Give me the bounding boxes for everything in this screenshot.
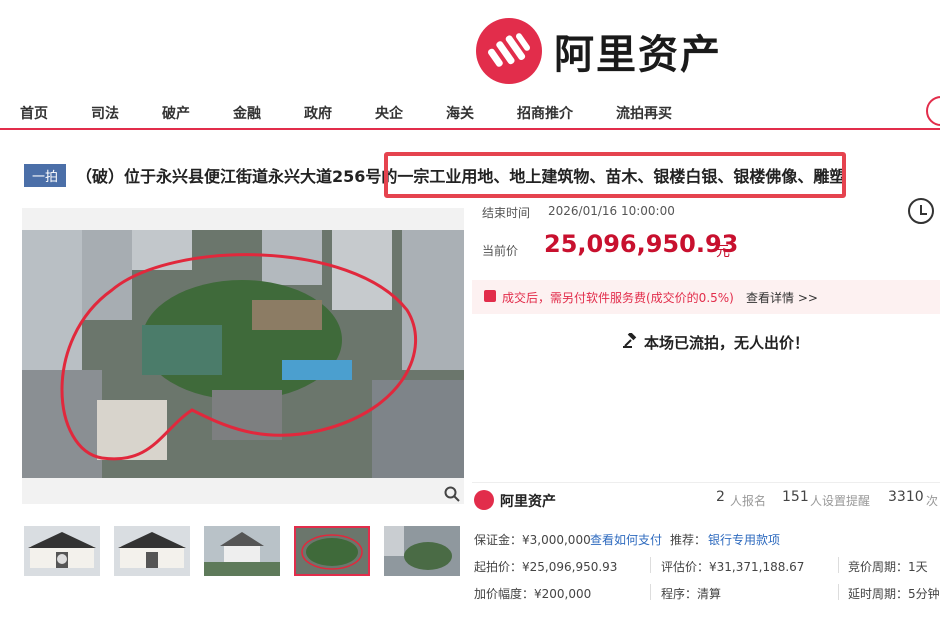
deposit-value: 保证金：¥3,000,000	[474, 533, 591, 547]
fee-details-link[interactable]: 查看详情 >>	[746, 289, 818, 306]
alarm-clock-icon[interactable]	[908, 198, 934, 224]
nav-item-home[interactable]: 首页	[20, 103, 48, 123]
view-label: 次	[926, 494, 939, 508]
auction-status: 本场已流拍，无人出价！	[622, 331, 810, 353]
nav-search-icon[interactable]	[926, 96, 940, 126]
reminder-label: 人设置提醒	[810, 494, 871, 508]
annotation-highlight-box	[384, 152, 846, 198]
brand-name: 阿里资产	[554, 32, 722, 78]
recommend-label: 推荐：	[670, 533, 707, 547]
nav-item-bankruptcy[interactable]: 破产	[162, 103, 190, 123]
nav-item-judicial[interactable]: 司法	[91, 103, 119, 123]
fee-notice-bar: 成交后，需另付软件服务费(成交价的0.5%) 查看详情 >>	[472, 280, 940, 314]
wallet-icon	[484, 290, 496, 302]
nav-item-investment[interactable]: 招商推介	[517, 103, 573, 123]
bid-cycle: 竞价周期：1天	[848, 560, 928, 574]
nav-item-finance[interactable]: 金融	[233, 103, 261, 123]
nav-item-soe[interactable]: 央企	[375, 103, 403, 123]
seller-name[interactable]: 阿里资产	[500, 491, 556, 511]
main-photo[interactable]	[22, 230, 464, 478]
divider	[650, 557, 651, 573]
current-price-label: 当前价	[482, 244, 519, 258]
divider	[838, 584, 839, 600]
fee-notice-text: 成交后，需另付软件服务费(成交价的0.5%)	[502, 291, 734, 305]
zoom-icon[interactable]	[444, 486, 460, 506]
thumbnail-1[interactable]	[24, 526, 100, 576]
gavel-icon	[622, 331, 638, 353]
thumbnail-4-selected[interactable]	[294, 526, 370, 576]
round-badge: 一拍	[24, 163, 67, 187]
view-count: 3310	[888, 489, 924, 505]
end-time-label: 结束时间	[482, 206, 531, 220]
signup-count: 2	[716, 489, 725, 505]
signup-label: 人报名	[730, 494, 767, 508]
delay-cycle: 延时周期：5分钟	[848, 587, 940, 601]
main-nav: 首页 司法 破产 金融 政府 央企 海关 招商推介 流拍再买	[0, 96, 940, 130]
end-time-value: 2026/01/16 10:00:00	[548, 204, 675, 218]
start-price: 起拍价：¥25,096,950.93	[474, 560, 618, 574]
thumbnail-2[interactable]	[114, 526, 190, 576]
divider	[838, 557, 839, 573]
seller-logo-icon	[474, 490, 494, 510]
thumbnail-5[interactable]	[384, 526, 460, 576]
procedure: 程序：清算	[661, 587, 722, 601]
nav-item-relist[interactable]: 流拍再买	[616, 103, 672, 123]
divider	[650, 584, 651, 600]
thumbnail-3[interactable]	[204, 526, 280, 576]
brand-mark-icon	[476, 18, 542, 84]
bid-increment: 加价幅度：¥200,000	[474, 587, 592, 601]
reminder-count: 151	[782, 489, 809, 505]
nav-item-government[interactable]: 政府	[304, 103, 332, 123]
seller-bar: 阿里资产 2 人报名 151 人设置提醒 3310 次	[472, 482, 940, 518]
nav-item-customs[interactable]: 海关	[446, 103, 474, 123]
brand-logo[interactable]: 阿里资产	[476, 18, 722, 84]
assessed-price: 评估价：¥31,371,188.67	[661, 560, 805, 574]
recommend-link[interactable]: 银行专用款项	[708, 531, 780, 548]
current-price-value: 25,096,950.93	[544, 230, 739, 258]
auction-status-text: 本场已流拍，无人出价！	[644, 334, 810, 352]
deposit-pay-link[interactable]: 查看如何支付	[590, 531, 662, 548]
current-price-unit: 元	[716, 244, 730, 260]
